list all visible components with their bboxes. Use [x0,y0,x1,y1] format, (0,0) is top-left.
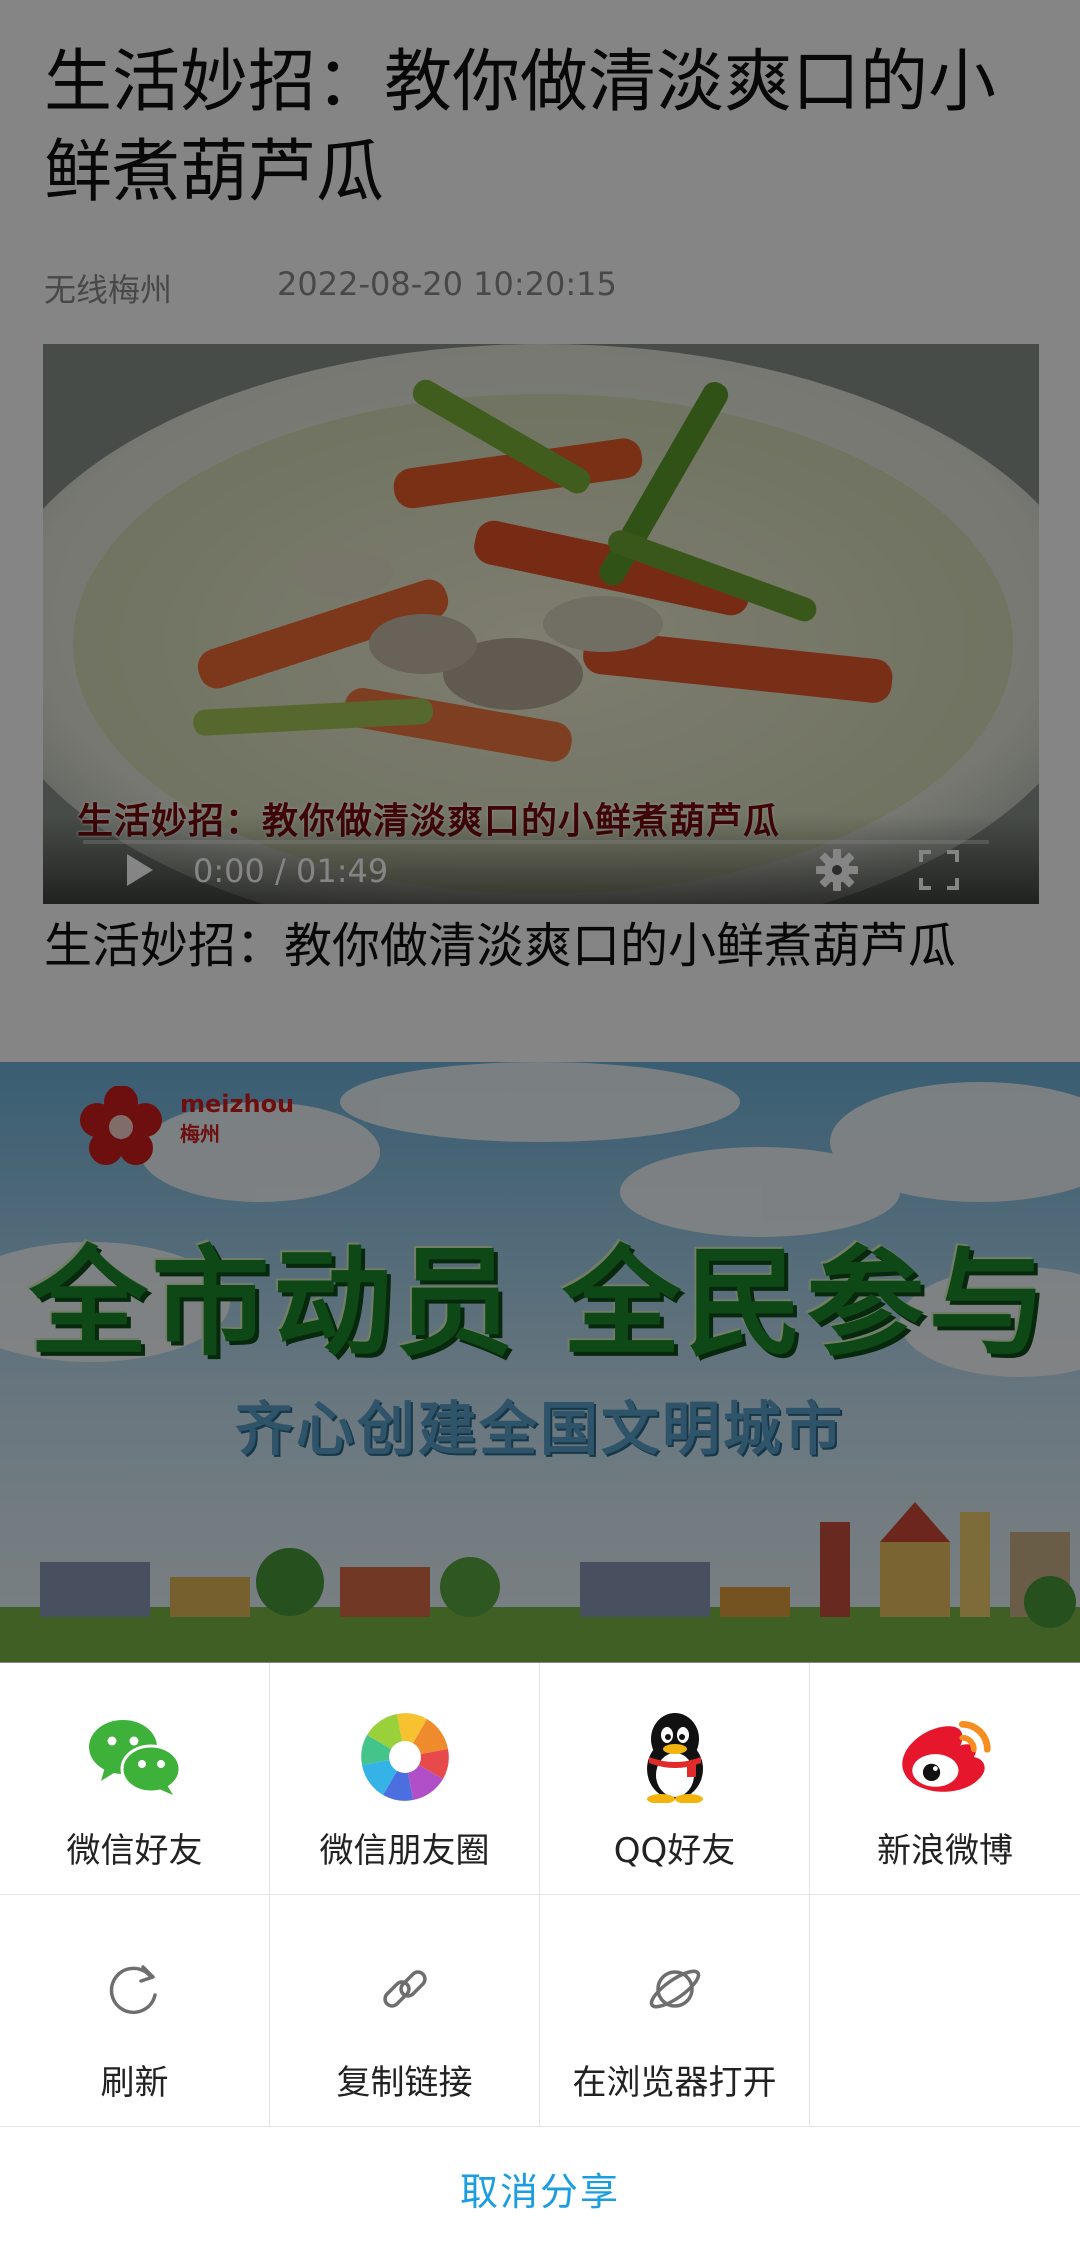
weibo-icon [895,1707,995,1807]
share-wechat-friend[interactable]: 微信好友 [0,1663,270,1895]
browser-icon [625,1939,725,2039]
modal-scrim[interactable] [0,0,1080,1663]
share-option-label: 微信好友 [66,1831,203,1871]
share-option-label: 新浪微博 [877,1831,1013,1871]
share-qq-friend[interactable]: QQ好友 [540,1663,810,1895]
open-in-browser-button[interactable]: 在浏览器打开 [540,1895,810,2127]
cancel-share-button[interactable]: 取消分享 [0,2127,1080,2250]
refresh-button[interactable]: 刷新 [0,1895,270,2127]
share-wechat-moments[interactable]: 微信朋友圈 [270,1663,540,1895]
share-option-label: 刷新 [100,2063,169,2103]
moments-icon [355,1707,455,1807]
share-option-label: 复制链接 [336,2063,473,2103]
share-options-grid: 微信好友 微信朋友圈 QQ好友 新浪微博 刷新 复制链接 在浏览器打开 [0,1663,1080,2127]
share-sheet: 微信好友 微信朋友圈 QQ好友 新浪微博 刷新 复制链接 在浏览器打开 取消分享 [0,1663,1080,2250]
share-option-label: 微信朋友圈 [319,1831,490,1871]
share-sina-weibo[interactable]: 新浪微博 [810,1663,1080,1895]
empty-grid-cell [810,1895,1080,2127]
copy-link-button[interactable]: 复制链接 [270,1895,540,2127]
wechat-icon [85,1707,185,1807]
share-option-label: QQ好友 [613,1831,736,1871]
share-option-label: 在浏览器打开 [572,2063,777,2103]
qq-icon [625,1707,725,1807]
cancel-share-label: 取消分享 [459,2170,620,2214]
link-icon [355,1939,455,2039]
refresh-icon [85,1939,185,2039]
